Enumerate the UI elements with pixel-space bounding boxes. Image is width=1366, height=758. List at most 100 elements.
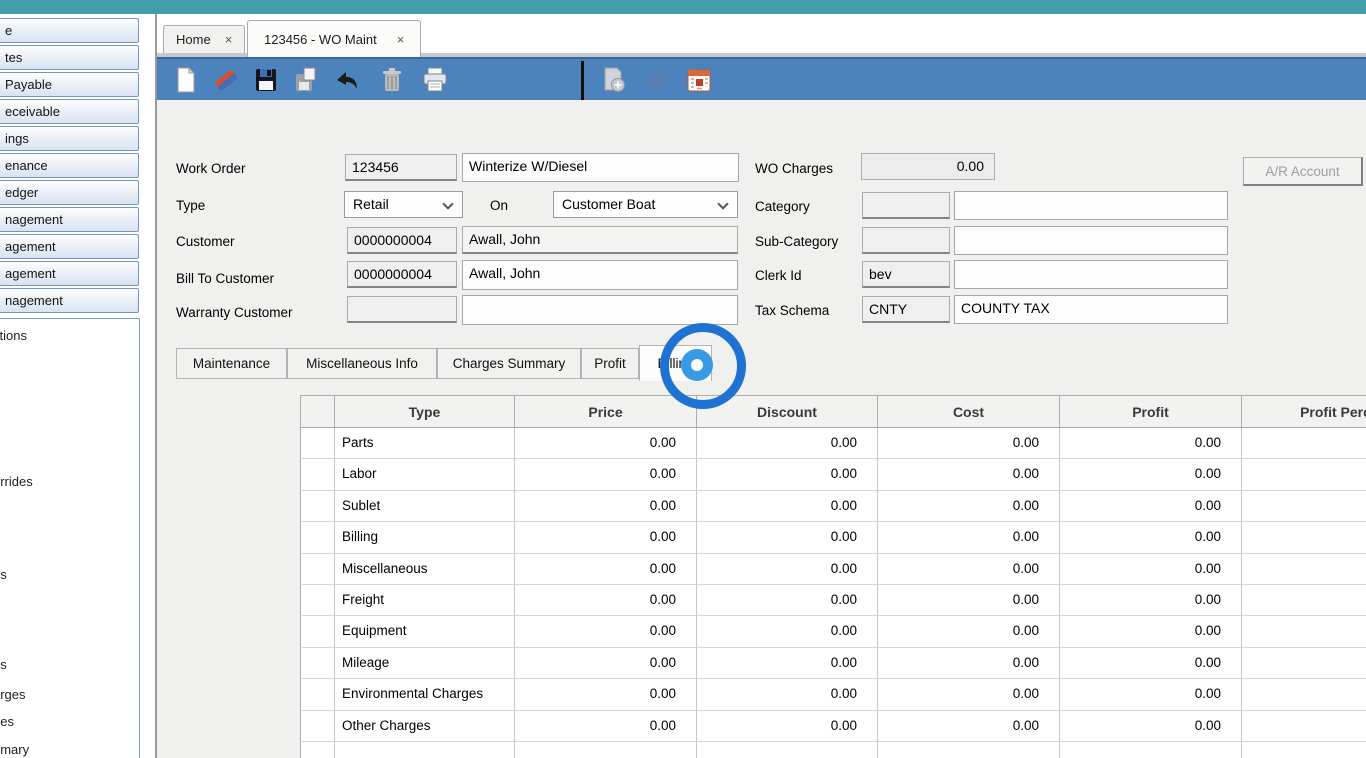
cell-type[interactable]: Miscellaneous (335, 554, 515, 585)
cell-discount[interactable] (697, 742, 878, 758)
sidebar-item-10[interactable]: nagement (0, 288, 139, 313)
cell-type[interactable]: Other Charges (335, 711, 515, 742)
delete-icon[interactable] (379, 66, 405, 94)
cell-profit-perc[interactable] (1242, 742, 1366, 758)
ar-account-button[interactable]: A/R Account (1243, 157, 1363, 186)
cell-price[interactable]: 0.00 (515, 585, 697, 616)
cell-cost[interactable]: 0.00 (878, 585, 1060, 616)
cell-profit[interactable]: 0.00 (1060, 554, 1242, 585)
save-copy-icon[interactable] (293, 66, 319, 94)
sidebar-link-overrides[interactable]: errides (0, 474, 33, 489)
cell-discount[interactable]: 0.00 (697, 648, 878, 679)
table-row[interactable]: Miscellaneous0.000.000.000.00 (300, 554, 1366, 585)
customer-id-input[interactable]: 0000000004 (347, 227, 457, 254)
cell-profit[interactable]: 0.00 (1060, 679, 1242, 710)
cell-price[interactable]: 0.00 (515, 522, 697, 553)
type-select[interactable]: Retail (344, 191, 463, 218)
cell-price[interactable]: 0.00 (515, 428, 697, 459)
warranty-id-input[interactable] (347, 296, 457, 323)
cell-discount[interactable]: 0.00 (697, 428, 878, 459)
sidebar-item-7[interactable]: nagement (0, 207, 139, 232)
cell-price[interactable]: 0.00 (515, 711, 697, 742)
table-row[interactable]: Sublet0.000.000.000.00 (300, 491, 1366, 522)
bill-to-id-input[interactable]: 0000000004 (347, 261, 457, 288)
cell-discount[interactable]: 0.00 (697, 711, 878, 742)
cell-profit-perc[interactable] (1242, 491, 1366, 522)
sidebar-item-4[interactable]: ings (0, 126, 139, 151)
on-select[interactable]: Customer Boat (553, 191, 738, 218)
cell-profit[interactable]: 0.00 (1060, 648, 1242, 679)
cell-type[interactable]: Sublet (335, 491, 515, 522)
cell-profit[interactable]: 0.00 (1060, 491, 1242, 522)
cell-type[interactable]: Labor (335, 459, 515, 490)
tab-profit[interactable]: Profit (581, 348, 639, 379)
sidebar-link-0[interactable]: ctions (0, 328, 27, 343)
sidebar-link-7[interactable]: es (0, 657, 7, 672)
tab-miscellaneous-info[interactable]: Miscellaneous Info (287, 348, 437, 379)
cell-type[interactable]: Environmental Charges (335, 679, 515, 710)
category-code-input[interactable] (862, 192, 950, 219)
cell-profit[interactable]: 0.00 (1060, 711, 1242, 742)
cell-profit[interactable]: 0.00 (1060, 522, 1242, 553)
cell-discount[interactable]: 0.00 (697, 522, 878, 553)
cell-discount[interactable]: 0.00 (697, 679, 878, 710)
undo-icon[interactable] (333, 66, 359, 94)
cell-profit-perc[interactable] (1242, 711, 1366, 742)
cell-price[interactable]: 0.00 (515, 616, 697, 647)
tab-home[interactable]: Home × (163, 25, 245, 53)
add-document-icon[interactable] (600, 66, 626, 94)
table-row[interactable]: Billing0.000.000.000.00 (300, 522, 1366, 553)
table-row[interactable]: Labor0.000.000.000.00 (300, 459, 1366, 490)
cell-discount[interactable]: 0.00 (697, 491, 878, 522)
tax-schema-code-input[interactable]: CNTY (862, 296, 950, 323)
table-row[interactable]: Equipment0.000.000.000.00 (300, 616, 1366, 647)
cell-discount[interactable]: 0.00 (697, 459, 878, 490)
sidebar-item-1[interactable]: tes (0, 45, 139, 70)
cell-discount[interactable]: 0.00 (697, 554, 878, 585)
cell-type[interactable]: Mileage (335, 648, 515, 679)
cell-cost[interactable]: 0.00 (878, 679, 1060, 710)
cell-profit-perc[interactable] (1242, 459, 1366, 490)
cell-type[interactable]: Billing (335, 522, 515, 553)
cell-cost[interactable]: 0.00 (878, 648, 1060, 679)
sidebar-link-9[interactable]: ges (0, 714, 14, 729)
cell-cost[interactable]: 0.00 (878, 428, 1060, 459)
attachments-icon[interactable] (643, 66, 669, 94)
cell-profit[interactable]: 0.00 (1060, 585, 1242, 616)
cell-discount[interactable]: 0.00 (697, 585, 878, 616)
cell-cost[interactable] (878, 742, 1060, 758)
cell-cost[interactable]: 0.00 (878, 616, 1060, 647)
table-row[interactable]: Other Charges0.000.000.000.00 (300, 711, 1366, 742)
cell-profit[interactable]: 0.00 (1060, 616, 1242, 647)
tab-billing[interactable]: Billing (639, 345, 712, 381)
save-icon[interactable] (253, 66, 279, 94)
sidebar-link-summary[interactable]: nmary (0, 742, 29, 757)
cell-price[interactable]: 0.00 (515, 459, 697, 490)
cell-cost[interactable]: 0.00 (878, 554, 1060, 585)
table-row[interactable]: Parts0.000.000.000.00 (300, 428, 1366, 459)
tab-wo-maint[interactable]: 123456 - WO Maint × (247, 20, 421, 57)
cell-type[interactable]: Equipment (335, 616, 515, 647)
cell-discount[interactable]: 0.00 (697, 616, 878, 647)
cell-profit-perc[interactable] (1242, 554, 1366, 585)
sidebar-item-receivable[interactable]: eceivable (0, 99, 139, 124)
cell-price[interactable]: 0.00 (515, 679, 697, 710)
sidebar-item-9[interactable]: agement (0, 261, 139, 286)
cell-profit-perc[interactable] (1242, 585, 1366, 616)
cell-profit-perc[interactable] (1242, 616, 1366, 647)
table-row[interactable]: Mileage0.000.000.000.00 (300, 648, 1366, 679)
sub-category-code-input[interactable] (862, 227, 950, 254)
new-document-icon[interactable] (173, 66, 199, 94)
table-row[interactable]: Freight0.000.000.000.00 (300, 585, 1366, 616)
cell-price[interactable] (515, 742, 697, 758)
sidebar-item-ledger[interactable]: edger (0, 180, 139, 205)
clerk-id-input[interactable]: bev (862, 261, 950, 288)
cell-price[interactable]: 0.00 (515, 491, 697, 522)
cell-profit[interactable]: 0.00 (1060, 459, 1242, 490)
sidebar-item-8[interactable]: agement (0, 234, 139, 259)
sidebar-item-maintenance[interactable]: enance (0, 153, 139, 178)
tab-charges-summary[interactable]: Charges Summary (437, 348, 581, 379)
eraser-icon[interactable] (213, 66, 239, 94)
tab-wo-maint-close-icon[interactable]: × (397, 32, 405, 47)
cell-type[interactable]: Freight (335, 585, 515, 616)
